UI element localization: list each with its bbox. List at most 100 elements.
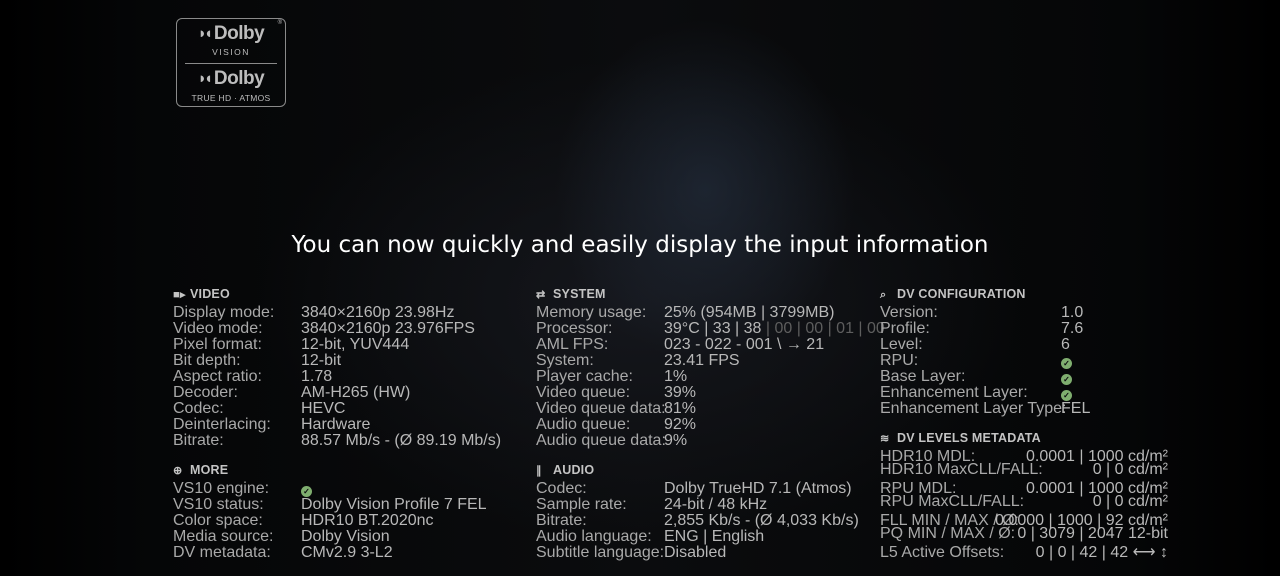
- row-value-text: 92%: [664, 416, 697, 433]
- row-label: VS10 engine:: [173, 480, 270, 497]
- row-value-text: 1.0: [1061, 304, 1084, 321]
- row-value: HDR10 BT.2020nc: [301, 513, 434, 529]
- row-value: 9%: [664, 433, 687, 449]
- dv-configuration-section-title: ⌕ DV CONFIGURATION: [880, 287, 1026, 302]
- row-value-text: HDR10 BT.2020nc: [301, 512, 434, 529]
- logo-divider: [185, 63, 277, 64]
- audio-row: Audio language: ENG | English: [536, 529, 876, 545]
- row-label: Version:: [880, 304, 938, 321]
- row-label: Color space:: [173, 512, 263, 529]
- row-value-text: FEL: [1061, 400, 1091, 417]
- dvconfig-row: Base Layer: ✓: [880, 369, 1220, 385]
- row-value-text: 6: [1061, 336, 1070, 353]
- row-value: ✓: [1061, 369, 1072, 385]
- row-value-text: 1.78: [301, 368, 333, 385]
- row-label: Audio queue:: [536, 416, 631, 433]
- dv-levels-section-title: ≋ DV LEVELS METADATA: [880, 431, 1041, 445]
- video-row: Display mode: 3840×2160p 23.98Hz: [173, 305, 513, 321]
- dolby-brand-bottom: ◗◖ Dolby: [177, 68, 285, 90]
- section-title-text: SYSTEM: [553, 287, 606, 301]
- row-label: Bitrate:: [173, 432, 224, 449]
- video-row: Bit depth: 12-bit: [173, 353, 513, 369]
- row-value-text: 3840×2160p 23.98Hz: [301, 304, 455, 321]
- row-value: CMv2.9 3-L2: [301, 545, 393, 561]
- row-value-text: Dolby TrueHD 7.1 (Atmos): [664, 480, 852, 497]
- row-value: 12-bit: [301, 353, 341, 369]
- row-value-text: 39%: [664, 384, 697, 401]
- video-row: Video mode: 3840×2160p 23.976FPS: [173, 321, 513, 337]
- search-icon: ⌕: [880, 289, 887, 301]
- row-label: Media source:: [173, 528, 274, 545]
- video-row: Pixel format: 12-bit, YUV444: [173, 337, 513, 353]
- row-value: ✓: [1061, 353, 1072, 369]
- row-value-text: 0 | 0 | 42 | 42 ⟷ ↕: [1035, 544, 1168, 561]
- row-label: HDR10 MaxCLL/FALL:: [880, 461, 1043, 478]
- row-label: Audio language:: [536, 528, 652, 545]
- audio-row: Codec: Dolby TrueHD 7.1 (Atmos): [536, 481, 876, 497]
- row-label: VS10 status:: [173, 496, 264, 513]
- dvconfig-row: Enhancement Layer Type: FEL: [880, 401, 1220, 417]
- row-value: 23.41 FPS: [664, 353, 740, 369]
- row-value-text: AM-H265 (HW): [301, 384, 411, 401]
- dvconfig-row: Enhancement Layer: ✓: [880, 385, 1220, 401]
- more-row: DV metadata: CMv2.9 3-L2: [173, 545, 513, 561]
- row-label: RPU:: [880, 352, 919, 369]
- row-value-text: Disabled: [664, 544, 727, 561]
- row-label: Display mode:: [173, 304, 275, 321]
- row-value-text: 9%: [664, 432, 688, 449]
- row-value-text: CMv2.9 3-L2: [301, 544, 393, 561]
- row-value-text: 39°C | 33 | 38: [664, 320, 762, 337]
- row-label: Codec:: [536, 480, 587, 497]
- row-value: ✓: [1061, 385, 1072, 401]
- row-label: Enhancement Layer:: [880, 384, 1028, 401]
- more-row: Media source: Dolby Vision: [173, 529, 513, 545]
- row-value: 88.57 Mb/s - (Ø 89.19 Mb/s): [301, 433, 501, 449]
- row-value: 023 - 022 - 001 \ → 21: [664, 337, 824, 353]
- row-label: Processor:: [536, 320, 613, 337]
- row-value-text: ENG | English: [664, 528, 765, 545]
- row-label: Audio queue data:: [536, 432, 666, 449]
- video-row: Decoder: AM-H265 (HW): [173, 385, 513, 401]
- row-value: Dolby Vision Profile 7 FEL: [301, 497, 487, 513]
- more-row: VS10 engine: ✓: [173, 481, 513, 497]
- row-label: PQ MIN / MAX / Ø:: [880, 525, 1016, 542]
- row-value-text: 0 | 0 cd/m²: [1092, 493, 1168, 510]
- row-label: Bitrate:: [536, 512, 587, 529]
- section-title-text: MORE: [190, 463, 229, 477]
- dolby-vision-label: VISION: [212, 47, 250, 57]
- row-value-text: Hardware: [301, 416, 371, 433]
- dolby-double-d-icon: ◗◖: [197, 70, 213, 87]
- row-label: Level:: [880, 336, 923, 353]
- row-value-text: 3840×2160p 23.976FPS: [301, 320, 475, 337]
- row-value: Dolby TrueHD 7.1 (Atmos): [664, 481, 852, 497]
- row-value-text: 88.57 Mb/s - (Ø 89.19 Mb/s): [301, 432, 502, 449]
- headline-caption: You can now quickly and easily display t…: [291, 232, 989, 258]
- plus-circle-icon: ⊕: [173, 465, 183, 477]
- row-label: Base Layer:: [880, 368, 966, 385]
- row-value-text: 2,855 Kb/s - (Ø 4,033 Kb/s): [664, 512, 859, 529]
- row-value: 1%: [664, 369, 687, 385]
- row-value: 0 | 0 cd/m²: [1093, 494, 1168, 510]
- section-title-text: AUDIO: [553, 463, 595, 477]
- row-value: Dolby Vision: [301, 529, 390, 545]
- video-row: Deinterlacing: Hardware: [173, 417, 513, 433]
- row-value-text: 25% (954MB | 3799MB): [664, 304, 835, 321]
- section-title-text: DV CONFIGURATION: [897, 287, 1026, 301]
- dvlevels-row: PQ MIN / MAX / Ø: 0 | 3079 | 2047 12-bit: [880, 526, 1168, 542]
- row-value-text: 023 - 022 - 001 \ → 21: [664, 336, 825, 353]
- dolby-brand-text: Dolby: [213, 68, 265, 89]
- row-value: 39%: [664, 385, 696, 401]
- row-value: 12-bit, YUV444: [301, 337, 409, 353]
- row-label: L5 Active Offsets:: [880, 544, 1005, 561]
- check-circle-icon: ✓: [1061, 374, 1072, 385]
- row-label: Video queue data:: [536, 400, 666, 417]
- row-value-text: 7.6: [1061, 320, 1084, 337]
- row-value: 92%: [664, 417, 696, 433]
- row-label: Memory usage:: [536, 304, 647, 321]
- video-row: Codec: HEVC: [173, 401, 513, 417]
- row-value: Hardware: [301, 417, 370, 433]
- row-value: ✓: [301, 481, 312, 497]
- row-value: 39°C | 33 | 38 | 00 | 00 | 01 | 00: [664, 321, 885, 337]
- row-label: System:: [536, 352, 594, 369]
- row-value-dim-text: | 00 | 00 | 01 | 00: [761, 320, 885, 337]
